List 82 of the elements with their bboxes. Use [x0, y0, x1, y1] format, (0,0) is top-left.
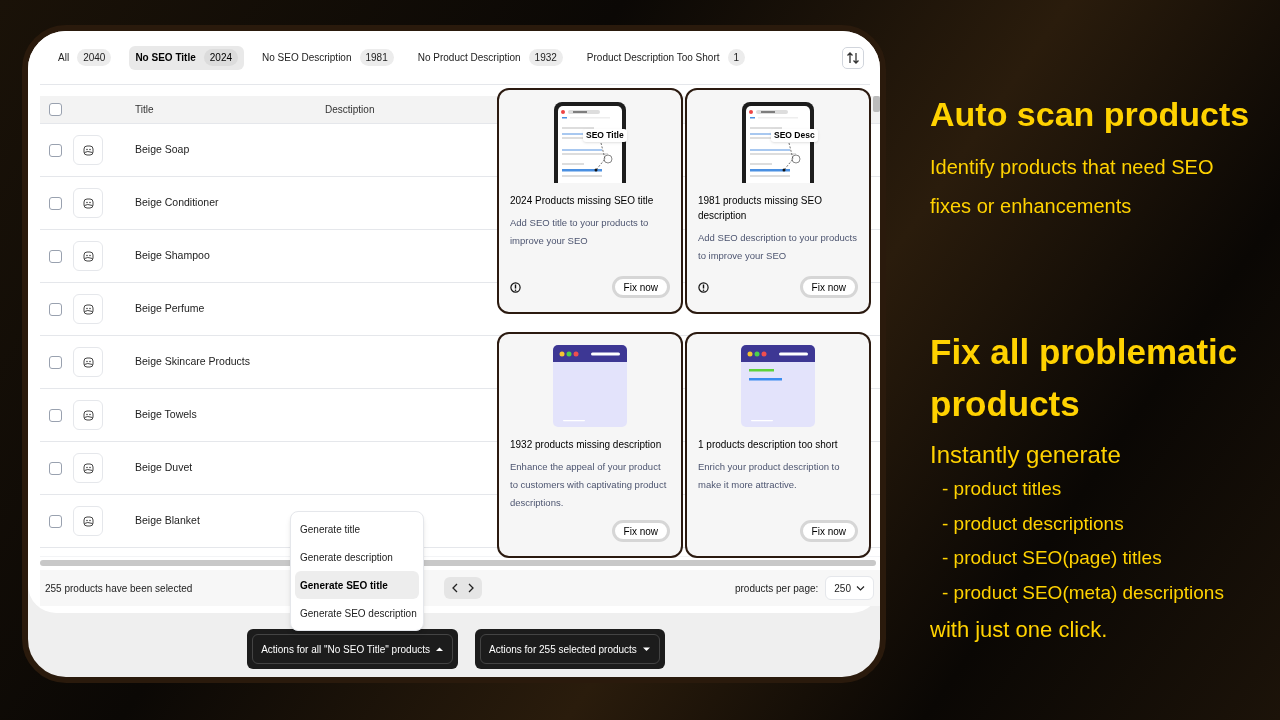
checkbox[interactable]: [49, 302, 62, 316]
promo-list-item: - product SEO(meta) descriptions: [941, 580, 1225, 605]
checkbox[interactable]: [49, 196, 62, 210]
chevron-left-icon: [452, 583, 458, 593]
image-placeholder-icon: [82, 303, 94, 315]
actions-button[interactable]: Actions for 255 selected products: [475, 629, 665, 669]
promo-list-item: - product descriptions: [941, 511, 1125, 536]
promo-list-item: - product SEO(page) titles: [941, 546, 1163, 570]
tab-label: Product Description Too Short: [586, 51, 720, 65]
tab-label: No Product Description: [417, 51, 521, 65]
count-badge: 1981: [359, 49, 394, 66]
image-placeholder-icon: [82, 144, 94, 156]
promo-heading: Auto scan products: [930, 94, 1251, 135]
card-description: Add SEO description to your products to improve your SEO: [698, 231, 858, 263]
checkbox[interactable]: [49, 103, 62, 116]
promo-heading: Fix all problematic products: [930, 331, 1239, 425]
column-header: Title: [135, 104, 154, 115]
checkbox[interactable]: [49, 461, 62, 475]
tab-label: No SEO Description: [262, 51, 352, 65]
promo-text: with just one click.: [930, 616, 1109, 644]
per-page-label: products per page:: [734, 581, 819, 596]
fix-now-button[interactable]: Fix now: [799, 276, 858, 298]
per-page-select[interactable]: 250: [825, 576, 874, 600]
next-page-button[interactable]: [468, 583, 474, 593]
previous-page-button[interactable]: [452, 583, 458, 593]
fix-now-button[interactable]: Fix now: [611, 520, 670, 542]
card-description: Add SEO title to your products to improve your SEO: [510, 216, 650, 248]
table-cell: Beige Shampoo: [135, 248, 210, 264]
card-title: 1 products description too short: [698, 438, 839, 452]
checkbox[interactable]: [49, 514, 62, 528]
card-description: Enrich your product description to make it more attractive.: [698, 460, 841, 492]
checkbox[interactable]: [49, 408, 62, 422]
menu-item[interactable]: Generate SEO title: [295, 571, 419, 599]
tab-label: No SEO Title: [135, 51, 196, 65]
checkbox[interactable]: [49, 355, 62, 369]
image-placeholder-icon: [82, 462, 94, 474]
image-placeholder-icon: [82, 409, 94, 421]
table-cell: Beige Perfume: [135, 301, 205, 317]
promo-text: Identify products that need SEO fixes or enhancements: [930, 155, 1215, 219]
column-header: Desctiption: [325, 104, 375, 115]
image-placeholder-icon: [82, 356, 94, 368]
table-cell: Beige Duvet: [135, 460, 193, 476]
count-badge: 2024: [203, 49, 238, 66]
checkbox[interactable]: [49, 249, 62, 263]
menu-item[interactable]: Generate title: [295, 515, 419, 543]
count-badge: 1932: [528, 49, 563, 66]
fix-now-button[interactable]: Fix now: [611, 276, 670, 298]
filter-tab[interactable]: No Product Description 1932: [411, 45, 569, 70]
table-cell: Beige Conditioner: [135, 195, 219, 211]
card-title: 2024 Products missing SEO title: [510, 194, 655, 208]
promo-text: Instantly generate: [930, 440, 1122, 470]
menu-item[interactable]: Generate description: [295, 543, 419, 571]
filter-tab[interactable]: No SEO Title 2024: [129, 45, 244, 70]
checkbox[interactable]: [49, 143, 62, 157]
menu-item[interactable]: Generate SEO description: [295, 599, 419, 627]
count-badge: 1: [727, 49, 746, 66]
chevron-down-icon: [856, 585, 865, 591]
tab-label: All: [58, 51, 70, 65]
image-placeholder-icon: [82, 515, 94, 527]
image-placeholder-icon: [82, 197, 94, 209]
table-cell: Beige Soap: [135, 142, 190, 158]
card-description: Enhance the appeal of your product to customers with captivating product descriptions.: [510, 460, 668, 510]
card-title: 1981 products missing SEO description: [698, 194, 823, 223]
filter-tab[interactable]: No SEO Description 1981: [256, 45, 400, 70]
table-cell: Beige Towels: [135, 407, 197, 423]
sort-icon: [846, 50, 860, 65]
selection-count: 255 products have been selected: [45, 581, 193, 596]
filter-tab[interactable]: Product Description Too Short 1: [580, 45, 752, 70]
image-placeholder-icon: [82, 250, 94, 262]
chevron-right-icon: [468, 583, 474, 593]
table-cell: Beige Skincare Products: [135, 354, 250, 370]
count-badge: 2040: [77, 49, 112, 66]
callout-label: SEO Desc: [771, 129, 818, 142]
scrollbar[interactable]: [873, 96, 880, 112]
promo-list-item: - product titles: [941, 477, 1063, 501]
card-title: 1932 products missing description: [510, 438, 663, 452]
callout-label: SEO Title: [583, 129, 627, 142]
filter-tab[interactable]: All 2040: [52, 45, 118, 70]
fix-now-button[interactable]: Fix now: [799, 520, 858, 542]
table-cell: Beige Blanket: [135, 513, 200, 529]
actions-button[interactable]: Actions for all "No SEO Title" products: [247, 629, 458, 669]
sort-button[interactable]: [842, 46, 864, 69]
